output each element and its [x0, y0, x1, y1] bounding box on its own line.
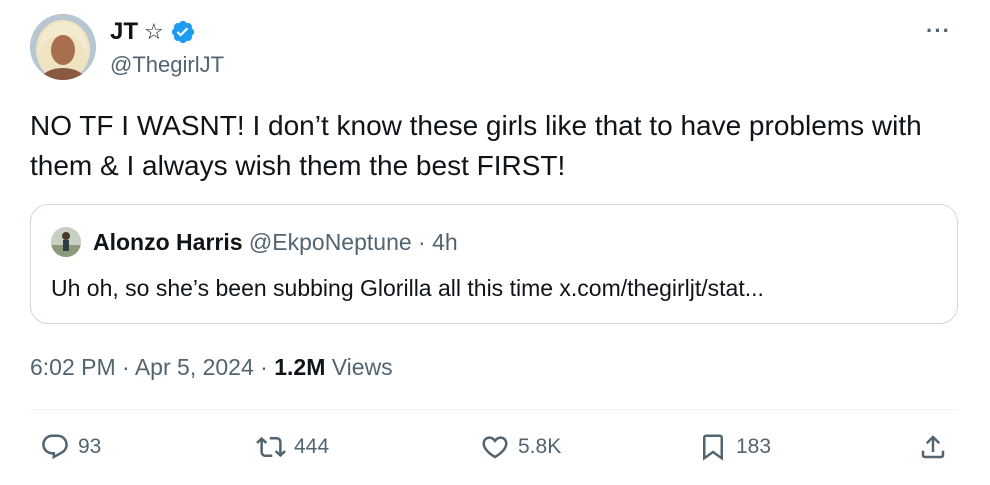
divider: [30, 409, 958, 410]
tweet-time[interactable]: 6:02 PM: [30, 354, 116, 380]
author-display-name[interactable]: JT: [110, 18, 138, 46]
action-bar: 93 444 5.8K 183: [30, 428, 958, 474]
more-icon[interactable]: ···: [926, 18, 951, 44]
author-avatar[interactable]: [30, 14, 96, 80]
star-icon: ☆: [144, 19, 164, 44]
tweet-date[interactable]: Apr 5, 2024: [135, 354, 254, 380]
share-button[interactable]: [918, 432, 948, 462]
views-dot: ·: [260, 354, 268, 380]
bookmark-icon: [698, 432, 728, 462]
reply-count: 93: [78, 435, 102, 458]
like-icon: [480, 432, 510, 462]
quote-avatar[interactable]: [51, 227, 81, 257]
repost-icon: [256, 432, 286, 462]
tweet-text: NO TF I WASNT! I don’t know these girls …: [30, 110, 922, 181]
repost-button[interactable]: 444: [256, 432, 329, 462]
quote-age[interactable]: 4h: [432, 229, 458, 255]
quote-dot: ·: [418, 229, 426, 255]
like-button[interactable]: 5.8K: [480, 432, 561, 462]
quoted-tweet[interactable]: Alonzo Harris @EkpoNeptune · 4h Uh oh, s…: [30, 204, 958, 324]
reply-icon: [40, 432, 70, 462]
tweet-timestamp: 6:02 PM · Apr 5, 2024 · 1.2M Views: [30, 354, 393, 381]
bookmark-button[interactable]: 183: [698, 432, 771, 462]
quote-text: Uh oh, so she’s been subbing Glorilla al…: [51, 275, 764, 301]
reply-button[interactable]: 93: [40, 432, 101, 462]
like-count: 5.8K: [518, 435, 562, 458]
author-name-row: JT ☆: [110, 16, 196, 48]
timestamp-dot: ·: [122, 354, 130, 380]
share-icon: [918, 432, 948, 462]
verified-icon: [170, 19, 196, 45]
bookmark-count: 183: [736, 435, 772, 458]
quote-author-name[interactable]: Alonzo Harris: [93, 229, 243, 255]
views-count: 1.2M: [274, 354, 326, 380]
repost-count: 444: [294, 435, 330, 458]
author-handle[interactable]: @ThegirlJT: [110, 52, 224, 78]
quote-header: Alonzo Harris @EkpoNeptune · 4h: [93, 229, 458, 256]
quote-author-handle[interactable]: @EkpoNeptune: [249, 229, 412, 255]
tweet-card: JT ☆ @ThegirlJT ··· NO TF I WASNT! I don…: [0, 0, 990, 485]
views-label: Views: [331, 354, 393, 380]
